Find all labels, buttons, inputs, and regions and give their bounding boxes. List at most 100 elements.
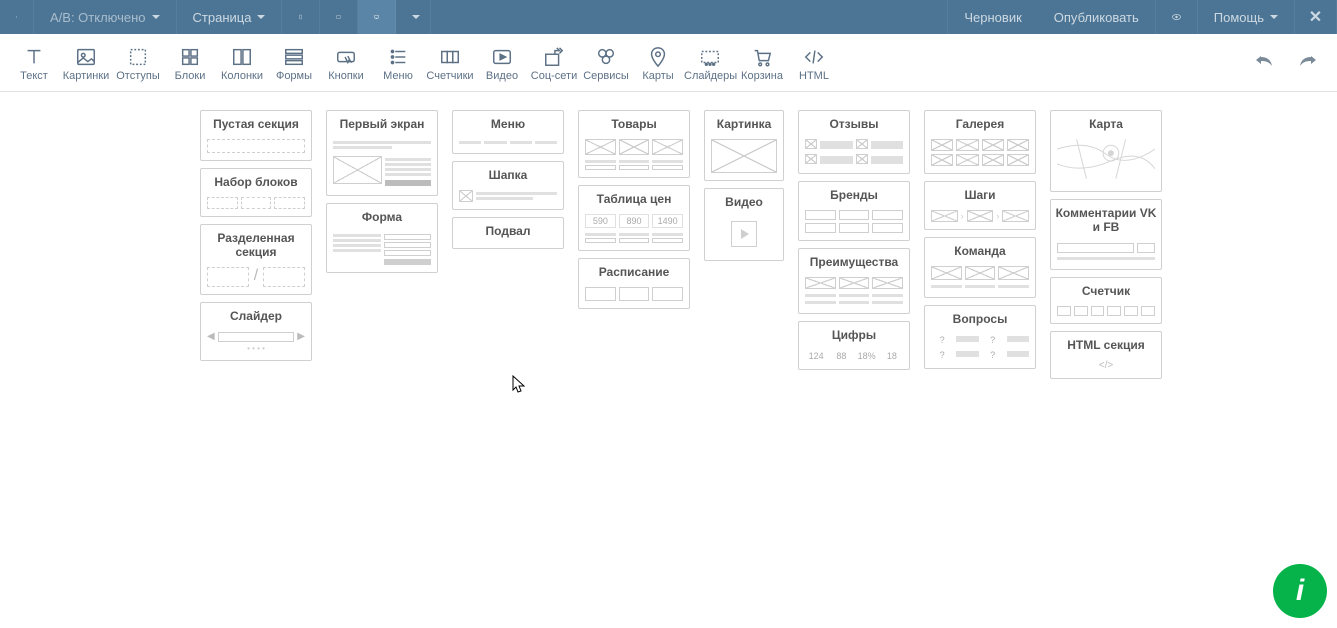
section-menu[interactable]: Меню bbox=[452, 110, 564, 154]
undo-button[interactable] bbox=[1255, 53, 1273, 72]
tool-counters[interactable]: Счетчики bbox=[424, 44, 476, 82]
tool-label: Соц-сети bbox=[528, 70, 580, 82]
tool-label: Видео bbox=[476, 70, 528, 82]
section-counter[interactable]: Счетчик bbox=[1050, 277, 1162, 324]
tool-social[interactable]: Соц-сети bbox=[528, 44, 580, 82]
page-dropdown[interactable]: Страница bbox=[177, 0, 283, 34]
section-comments[interactable]: Комментарии VK и FB bbox=[1050, 199, 1162, 270]
section-header[interactable]: Шапка bbox=[452, 161, 564, 210]
gallery-col-6: Отзывы Бренды Преимущества Цифры 124 88 … bbox=[798, 110, 910, 370]
tool-menu[interactable]: Меню bbox=[372, 44, 424, 82]
tool-padding[interactable]: Отступы bbox=[112, 44, 164, 82]
tool-blocks[interactable]: Блоки bbox=[164, 44, 216, 82]
blocks-icon bbox=[164, 44, 216, 70]
card-title: Команда bbox=[925, 238, 1035, 262]
tool-label: Слайдеры bbox=[684, 70, 736, 82]
card-title: Видео bbox=[705, 189, 783, 213]
card-title: HTML секция bbox=[1051, 332, 1161, 356]
tool-video[interactable]: Видео bbox=[476, 44, 528, 82]
device-mobile[interactable] bbox=[282, 0, 320, 34]
section-goods[interactable]: Товары bbox=[578, 110, 690, 178]
price-value: 1490 bbox=[652, 214, 683, 228]
section-blockset[interactable]: Набор блоков bbox=[200, 168, 312, 217]
tool-images[interactable]: Картинки bbox=[60, 44, 112, 82]
gallery-col-5: Картинка Видео bbox=[704, 110, 784, 261]
section-brands[interactable]: Бренды bbox=[798, 181, 910, 241]
padding-icon bbox=[112, 44, 164, 70]
section-schedule[interactable]: Расписание bbox=[578, 258, 690, 309]
text-icon bbox=[8, 44, 60, 70]
device-desktop[interactable] bbox=[358, 0, 396, 34]
section-form[interactable]: Форма bbox=[326, 203, 438, 273]
map-pin-icon bbox=[632, 44, 684, 70]
price-value: 890 bbox=[619, 214, 650, 228]
section-video[interactable]: Видео bbox=[704, 188, 784, 261]
card-title: Подвал bbox=[453, 218, 563, 242]
section-slider[interactable]: Слайдер ◀▶• • • • bbox=[200, 302, 312, 361]
preview-button[interactable] bbox=[1156, 0, 1198, 34]
publish-button[interactable]: Опубликовать bbox=[1038, 0, 1156, 34]
section-steps[interactable]: Шаги ›› bbox=[924, 181, 1036, 230]
redo-button[interactable] bbox=[1299, 53, 1317, 72]
share-icon bbox=[528, 44, 580, 70]
section-map[interactable]: Карта bbox=[1050, 110, 1162, 192]
tool-label: Картинки bbox=[60, 70, 112, 82]
device-more[interactable] bbox=[396, 0, 431, 34]
tool-cart[interactable]: Корзина bbox=[736, 44, 788, 82]
header-spacer bbox=[431, 0, 947, 34]
play-icon bbox=[731, 221, 757, 247]
header-bar: A/B: Отключено Страница Черновик Опублик… bbox=[0, 0, 1337, 34]
section-empty[interactable]: Пустая секция bbox=[200, 110, 312, 161]
tool-text[interactable]: Текст bbox=[8, 44, 60, 82]
eye-icon bbox=[1172, 11, 1181, 23]
menu-icon bbox=[372, 44, 424, 70]
tool-columns[interactable]: Колонки bbox=[216, 44, 268, 82]
gallery-col-7: Галерея Шаги ›› Команда Вопросы ?? ?? bbox=[924, 110, 1036, 369]
card-title: Шапка bbox=[453, 162, 563, 186]
tool-buttons[interactable]: Кнопки bbox=[320, 44, 372, 82]
section-split[interactable]: Разделенная секция / bbox=[200, 224, 312, 295]
ab-label: A/B: Отключено bbox=[50, 10, 146, 25]
sections-gallery: Пустая секция Набор блоков Разделенная с… bbox=[0, 92, 1337, 379]
section-gallery[interactable]: Галерея bbox=[924, 110, 1036, 174]
tool-maps[interactable]: Карты bbox=[632, 44, 684, 82]
app-logo[interactable] bbox=[0, 0, 34, 34]
undo-redo bbox=[1255, 53, 1329, 72]
section-advantages[interactable]: Преимущества bbox=[798, 248, 910, 314]
card-title: Преимущества bbox=[799, 249, 909, 273]
tool-services[interactable]: Сервисы bbox=[580, 44, 632, 82]
tool-label: Сервисы bbox=[580, 70, 632, 82]
tool-html[interactable]: HTML bbox=[788, 44, 840, 82]
toolbar: Текст Картинки Отступы Блоки Колонки Фор… bbox=[0, 34, 1337, 92]
num-value: 124 bbox=[805, 350, 827, 362]
publish-label: Опубликовать bbox=[1054, 10, 1139, 25]
section-team[interactable]: Команда bbox=[924, 237, 1036, 298]
card-title: Цифры bbox=[799, 322, 909, 346]
draft-status: Черновик bbox=[947, 0, 1037, 34]
section-reviews[interactable]: Отзывы bbox=[798, 110, 910, 174]
ab-toggle[interactable]: A/B: Отключено bbox=[34, 0, 177, 34]
tool-label: Формы bbox=[268, 70, 320, 82]
help-fab[interactable]: i bbox=[1273, 564, 1327, 618]
cart-icon bbox=[736, 44, 788, 70]
gallery-col-2: Первый экран Форма bbox=[326, 110, 438, 273]
chevron-down-icon bbox=[257, 15, 265, 19]
help-dropdown[interactable]: Помощь bbox=[1198, 0, 1295, 34]
close-button[interactable]: ✕ bbox=[1295, 0, 1337, 34]
tool-sliders[interactable]: Слайдеры bbox=[684, 44, 736, 82]
device-tablet[interactable] bbox=[320, 0, 358, 34]
section-footer[interactable]: Подвал bbox=[452, 217, 564, 249]
section-hero[interactable]: Первый экран bbox=[326, 110, 438, 196]
section-faq[interactable]: Вопросы ?? ?? bbox=[924, 305, 1036, 369]
mouse-cursor bbox=[512, 375, 526, 400]
section-numbers[interactable]: Цифры 124 88 18% 18 bbox=[798, 321, 910, 370]
buttons-icon bbox=[320, 44, 372, 70]
section-html[interactable]: HTML секция </> bbox=[1050, 331, 1162, 379]
card-title: Вопросы bbox=[925, 306, 1035, 330]
tool-label: Меню bbox=[372, 70, 424, 82]
section-pricing[interactable]: Таблица цен 590 890 1490 bbox=[578, 185, 690, 251]
section-image[interactable]: Картинка bbox=[704, 110, 784, 181]
gallery-col-4: Товары Таблица цен 590 890 1490 Расписан… bbox=[578, 110, 690, 309]
services-icon bbox=[580, 44, 632, 70]
tool-forms[interactable]: Формы bbox=[268, 44, 320, 82]
